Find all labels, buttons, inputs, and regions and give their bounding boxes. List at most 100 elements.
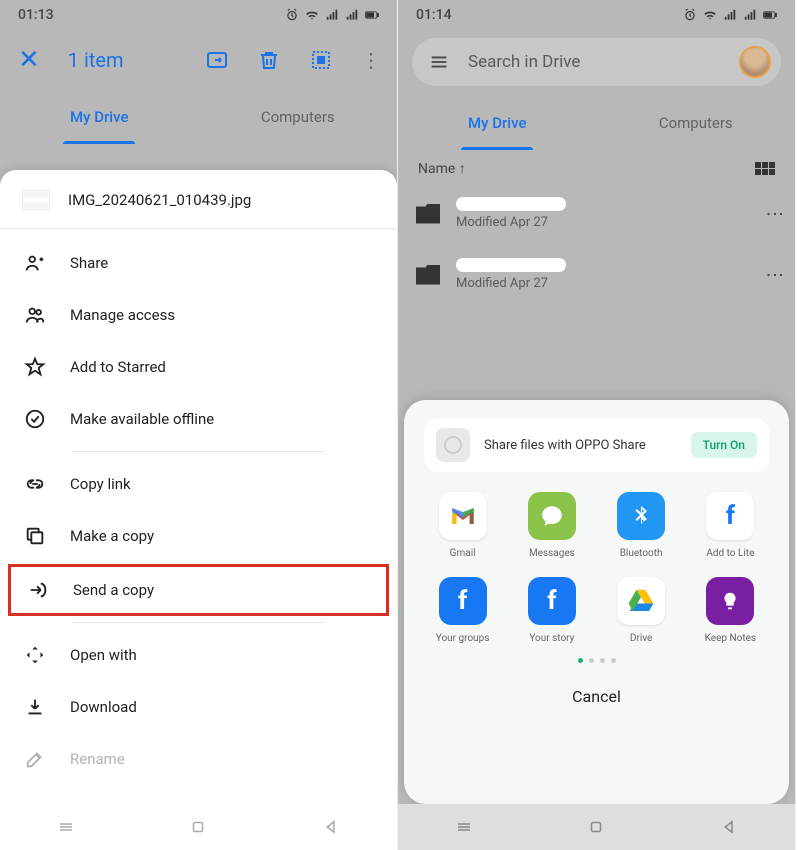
overflow-button[interactable]: ⋮	[361, 48, 379, 72]
file-name: IMG_20240621_010439.jpg	[68, 191, 251, 209]
status-time: 01:13	[18, 7, 54, 23]
move-button[interactable]	[205, 48, 229, 72]
status-bar: 01:13	[0, 0, 397, 30]
menu-icon[interactable]	[428, 51, 450, 73]
share-sheet: Share files with OPPO Share Turn On Gmai…	[404, 400, 789, 804]
selection-count: 1 item	[68, 48, 177, 72]
share-target-story[interactable]: f Your story	[513, 577, 590, 644]
send-icon	[27, 579, 49, 601]
messages-icon	[528, 492, 576, 540]
file-subtitle: Modified Apr 27	[456, 215, 756, 230]
menu-manage-access[interactable]: Manage access	[0, 289, 397, 341]
menu-make-copy[interactable]: Make a copy	[0, 510, 397, 562]
row-overflow-button[interactable]: ⋮	[772, 266, 777, 284]
signal-icon-2	[345, 8, 359, 22]
tab-computers[interactable]: Computers	[597, 96, 796, 150]
oppo-share-text: Share files with OPPO Share	[484, 438, 677, 453]
selection-bar: ✕ 1 item ⋮	[0, 30, 397, 90]
file-info: Modified Apr 27	[456, 258, 756, 291]
menu-list: Share Manage access Add to Starred Make …	[0, 229, 397, 793]
app-label: Drive	[630, 633, 652, 644]
nav-home-icon[interactable]	[189, 818, 207, 836]
facebook-icon: f	[706, 492, 754, 540]
close-selection-button[interactable]: ✕	[18, 45, 40, 75]
menu-share[interactable]: Share	[0, 237, 397, 289]
menu-copy-link[interactable]: Copy link	[0, 458, 397, 510]
share-target-gmail[interactable]: Gmail	[424, 492, 501, 559]
tabs: My Drive Computers	[398, 96, 795, 150]
row-overflow-button[interactable]: ⋮	[772, 205, 777, 223]
list-item[interactable]: Modified Apr 27 ⋮	[398, 244, 795, 305]
menu-add-starred[interactable]: Add to Starred	[0, 341, 397, 393]
menu-label: Download	[70, 698, 137, 716]
app-label: Your groups	[436, 633, 490, 644]
menu-available-offline[interactable]: Make available offline	[0, 393, 397, 445]
share-target-groups[interactable]: f Your groups	[424, 577, 501, 644]
menu-rename[interactable]: Rename	[0, 733, 397, 785]
share-target-keep[interactable]: Keep Notes	[692, 577, 769, 644]
menu-open-with[interactable]: Open with	[0, 629, 397, 681]
nav-recent-icon[interactable]	[455, 818, 473, 836]
share-target-messages[interactable]: Messages	[513, 492, 590, 559]
sort-label[interactable]: Name ↑	[418, 160, 466, 177]
nav-back-icon[interactable]	[720, 818, 738, 836]
select-all-button[interactable]	[309, 48, 333, 72]
battery-icon	[365, 8, 379, 22]
share-target-bluetooth[interactable]: Bluetooth	[603, 492, 680, 559]
menu-label: Rename	[70, 750, 125, 768]
status-indicators	[683, 8, 777, 22]
people-icon	[24, 304, 46, 326]
sort-row: Name ↑	[398, 150, 795, 183]
status-indicators	[285, 8, 379, 22]
share-target-add-lite[interactable]: f Add to Lite	[692, 492, 769, 559]
redacted-title	[456, 197, 566, 211]
redacted-title	[456, 258, 566, 272]
open-with-icon	[24, 644, 46, 666]
gmail-icon	[439, 492, 487, 540]
menu-label: Add to Starred	[70, 358, 166, 376]
avatar[interactable]	[739, 46, 771, 78]
menu-label: Make available offline	[70, 410, 214, 428]
alarm-icon	[683, 8, 697, 22]
nav-recent-icon[interactable]	[57, 818, 75, 836]
keep-icon	[706, 577, 754, 625]
drive-icon	[617, 577, 665, 625]
link-icon	[24, 473, 46, 495]
battery-icon	[763, 8, 777, 22]
status-time: 01:14	[416, 7, 452, 23]
search-bar[interactable]: Search in Drive	[412, 38, 781, 86]
signal-icon	[325, 8, 339, 22]
menu-download[interactable]: Download	[0, 681, 397, 733]
file-thumbnail-icon	[22, 190, 50, 210]
menu-send-copy[interactable]: Send a copy	[8, 564, 389, 616]
bluetooth-icon	[617, 492, 665, 540]
file-info: Modified Apr 27	[456, 197, 756, 230]
grid-view-icon[interactable]	[755, 162, 775, 175]
nav-back-icon[interactable]	[322, 818, 340, 836]
phone-left: 01:13 ✕ 1 item ⋮ My Drive	[0, 0, 398, 850]
oppo-share-row: Share files with OPPO Share Turn On	[424, 418, 769, 472]
download-icon	[24, 696, 46, 718]
tab-mydrive[interactable]: My Drive	[0, 90, 199, 144]
trash-button[interactable]	[257, 48, 281, 72]
copy-icon	[24, 525, 46, 547]
page-dots	[424, 658, 769, 663]
wifi-icon	[305, 8, 319, 22]
tab-mydrive[interactable]: My Drive	[398, 96, 597, 150]
edit-icon	[24, 748, 46, 770]
tab-computers[interactable]: Computers	[199, 90, 398, 144]
list-item[interactable]: Modified Apr 27 ⋮	[398, 183, 795, 244]
nav-home-icon[interactable]	[587, 818, 605, 836]
folder-icon	[416, 265, 440, 285]
tabs: My Drive Computers	[0, 90, 397, 144]
turn-on-button[interactable]: Turn On	[691, 432, 757, 458]
cancel-button[interactable]: Cancel	[424, 673, 769, 710]
share-target-drive[interactable]: Drive	[603, 577, 680, 644]
file-subtitle: Modified Apr 27	[456, 276, 756, 291]
offline-icon	[24, 408, 46, 430]
menu-label: Open with	[70, 646, 137, 664]
app-label: Messages	[529, 548, 575, 559]
divider	[72, 451, 325, 452]
app-grid: Gmail Messages Bluetooth f Add to Lite f	[424, 492, 769, 644]
app-label: Gmail	[450, 548, 476, 559]
